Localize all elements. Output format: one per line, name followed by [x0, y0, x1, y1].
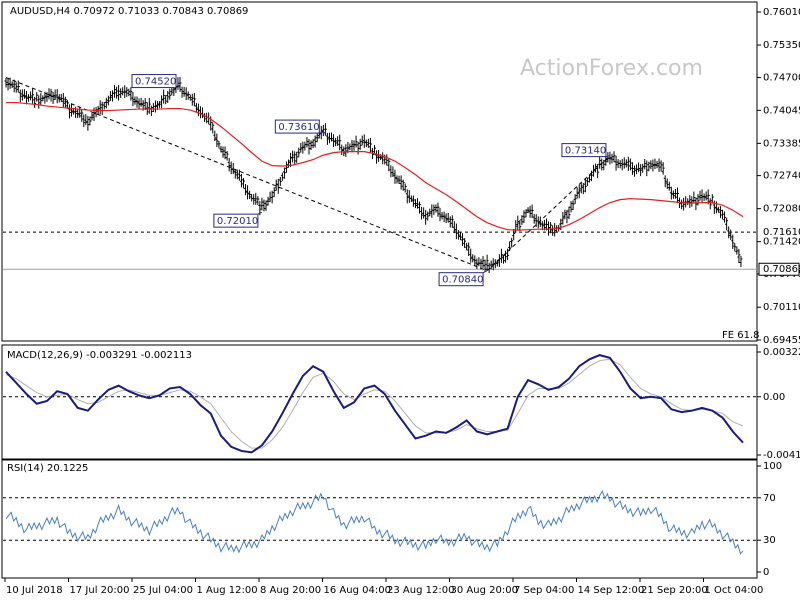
price-annotation-label: 0.70840 — [442, 275, 483, 286]
price-y-tick-label: 0.75350 — [763, 40, 800, 51]
price-y-tick-label: 0.74045 — [763, 105, 800, 116]
macd-y-tick-label: 0.00 — [763, 392, 785, 403]
fe-corner-label: FE 61.8 — [722, 330, 760, 341]
x-tick-label: 7 Sep 04:00 — [514, 585, 574, 596]
x-tick-label: 17 Jul 20:00 — [70, 585, 130, 596]
price-y-tick-label: 0.73385 — [763, 138, 800, 149]
price-y-tick-label: 0.71420 — [763, 237, 800, 248]
price-y-tick-label: 0.72080 — [763, 204, 800, 215]
x-tick-label: 23 Aug 12:00 — [387, 585, 454, 596]
x-tick-label: 25 Jul 04:00 — [133, 585, 193, 596]
chart-root: AUDUSD,H4 0.70972 0.71033 0.70843 0.7086… — [0, 0, 800, 600]
x-tick-label: 10 Jul 2018 — [6, 585, 63, 596]
price-annotation-label: 0.73140 — [565, 146, 606, 157]
price-annotation-label: 0.72010 — [217, 216, 258, 227]
x-tick-label: 1 Aug 12:00 — [197, 585, 258, 596]
rsi-y-tick-label: 70 — [763, 493, 776, 504]
x-tick-label: 16 Aug 04:00 — [324, 585, 391, 596]
x-tick-label: 14 Sep 12:00 — [578, 585, 645, 596]
watermark: ActionForex.com — [520, 56, 703, 81]
macd-y-tick-label: -0.004191 — [763, 450, 800, 461]
rsi-y-tick-label: 100 — [763, 461, 782, 472]
price-annotation-label: 0.74520 — [135, 77, 176, 88]
x-tick-label: 8 Aug 20:00 — [260, 585, 321, 596]
x-tick-label: 21 Sep 20:00 — [641, 585, 708, 596]
chart-svg: AUDUSD,H4 0.70972 0.71033 0.70843 0.7086… — [0, 0, 800, 600]
x-tick-label: 30 Aug 20:00 — [451, 585, 518, 596]
macd-y-tick-label: 0.003223 — [763, 347, 800, 358]
price-y-tick-label: 0.69455 — [763, 335, 800, 346]
rsi-y-tick-label: 30 — [763, 535, 776, 546]
price-y-tick-label: 0.76010 — [763, 7, 800, 18]
price-level-label: 0.70869 — [763, 264, 800, 275]
x-tick-label: 1 Oct 04:00 — [705, 585, 764, 596]
price-level-label: 0.71610 — [763, 227, 800, 238]
price-y-tick-label: 0.72740 — [763, 171, 800, 182]
macd-pane-title: MACD(12,26,9) -0.003291 -0.002113 — [7, 350, 192, 361]
price-y-tick-label: 0.74700 — [763, 73, 800, 84]
rsi-pane-title: RSI(14) 20.1225 — [7, 463, 88, 474]
price-y-tick-label: 0.70110 — [763, 302, 800, 313]
rsi-y-tick-label: 0 — [763, 567, 769, 578]
price-pane-title: AUDUSD,H4 0.70972 0.71033 0.70843 0.7086… — [10, 6, 248, 17]
price-annotation-label: 0.73610 — [278, 122, 319, 133]
